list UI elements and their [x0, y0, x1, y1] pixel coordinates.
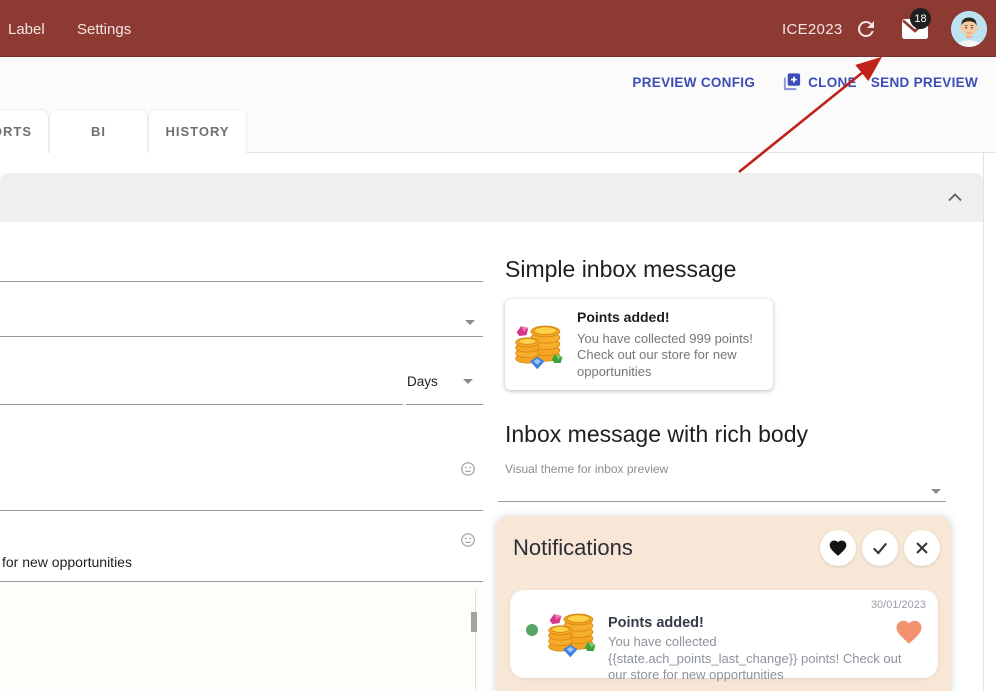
chevron-down-icon[interactable] [465, 320, 475, 325]
rich-body-textarea[interactable] [0, 582, 483, 691]
field-underline [0, 404, 403, 405]
user-avatar[interactable] [951, 11, 987, 47]
coins-treasure-icon [513, 318, 567, 372]
send-preview-button[interactable]: SEND PREVIEW [871, 75, 978, 90]
simple-card-body: You have collected 999 points! Check out… [577, 331, 761, 381]
app-screen: Label Settings ICE2023 18 [0, 0, 996, 691]
message-body-field[interactable]: for new opportunities [2, 554, 132, 570]
preview-config-button[interactable]: PREVIEW CONFIG [632, 75, 755, 90]
close-icon [912, 538, 932, 558]
nav-item-label[interactable]: Label [8, 21, 45, 38]
simple-card-title: Points added! [577, 309, 761, 325]
theme-select-underline[interactable] [498, 501, 946, 502]
notifications-panel: Notifications [497, 516, 950, 691]
rich-inbox-heading: Inbox message with rich body [505, 421, 808, 448]
close-button[interactable] [904, 530, 940, 566]
chevron-down-icon[interactable] [931, 489, 941, 494]
field-underline [0, 336, 483, 337]
clone-button[interactable]: CLONE [781, 71, 857, 95]
notification-title: Points added! [608, 615, 704, 631]
simple-inbox-card: Points added! You have collected 999 poi… [505, 299, 773, 390]
notification-card[interactable]: 30/01/2023 Points added! You have collec… [510, 590, 938, 678]
heart-icon [828, 538, 848, 558]
textarea-scrollbar-track [475, 590, 476, 691]
tab-history[interactable]: HISTORY [148, 109, 247, 153]
top-app-bar: Label Settings ICE2023 18 [0, 0, 996, 57]
field-underline [0, 510, 483, 511]
tab-reports[interactable]: ORTS [0, 109, 49, 153]
textarea-scrollbar-thumb[interactable] [471, 612, 477, 632]
mail-badge-count: 18 [910, 8, 931, 29]
notification-body: You have collected {{state.ach_points_la… [608, 634, 908, 684]
chevron-down-icon[interactable] [463, 379, 473, 384]
unread-indicator-dot [526, 624, 538, 636]
simple-inbox-heading: Simple inbox message [505, 256, 736, 283]
clone-button-label: CLONE [808, 75, 857, 90]
emoji-smiley-icon[interactable] [460, 532, 476, 548]
theme-select-label: Visual theme for inbox preview [505, 462, 668, 476]
mark-read-button[interactable] [862, 530, 898, 566]
tab-bar: ORTS BI HISTORY [0, 108, 996, 153]
notification-date: 30/01/2023 [871, 599, 926, 611]
heart-filter-button[interactable] [820, 530, 856, 566]
page-gutter [983, 153, 996, 691]
check-icon [870, 538, 890, 558]
notifications-title: Notifications [513, 535, 633, 561]
tab-bi[interactable]: BI [49, 109, 148, 153]
emoji-smiley-icon[interactable] [460, 461, 476, 477]
project-name: ICE2023 [782, 21, 842, 38]
chevron-up-icon[interactable] [941, 183, 969, 211]
refresh-icon[interactable] [854, 17, 878, 41]
notifications-actions [820, 530, 940, 566]
field-underline [0, 281, 483, 282]
field-underline [406, 404, 483, 405]
preview-toolbar: PREVIEW CONFIG CLONE SEND PREVIEW [0, 57, 996, 108]
clone-icon [781, 71, 802, 95]
collapsible-section-header[interactable] [0, 173, 983, 222]
expiration-unit-select[interactable]: Days [407, 374, 438, 389]
heart-salmon-icon[interactable] [894, 617, 924, 647]
coins-treasure-icon [546, 606, 600, 660]
nav-item-settings[interactable]: Settings [77, 21, 131, 38]
